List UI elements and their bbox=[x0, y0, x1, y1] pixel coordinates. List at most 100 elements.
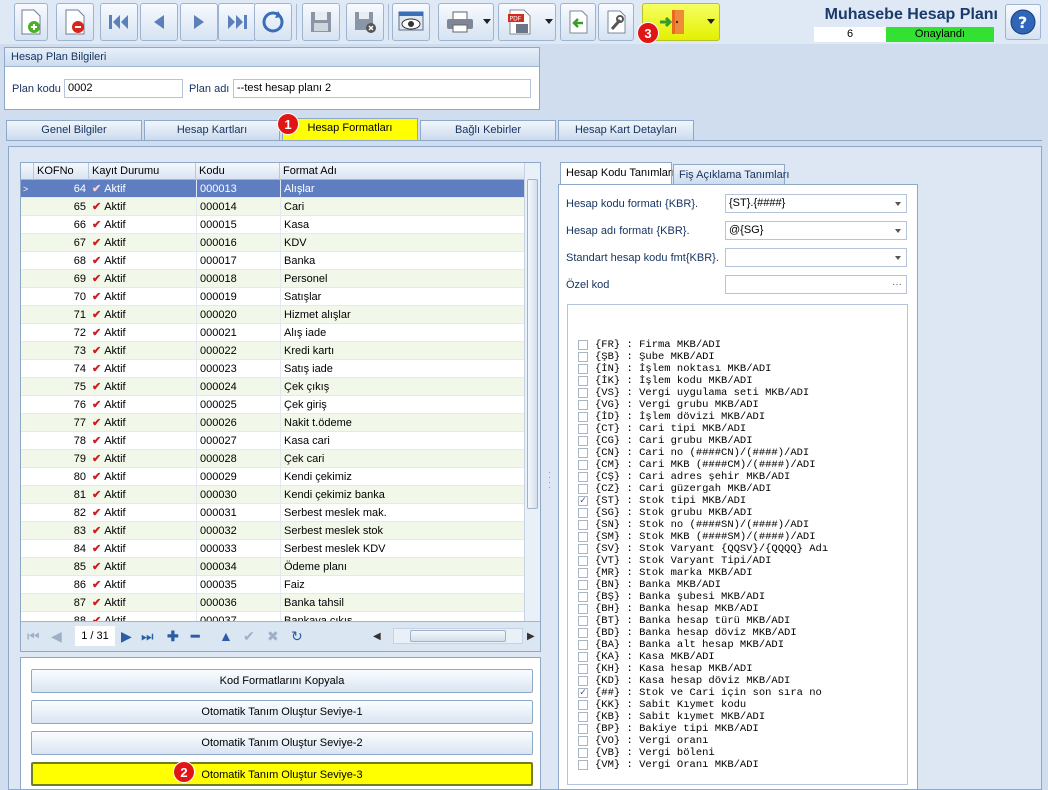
format-name-cell[interactable]: Serbest meslek mak. bbox=[280, 504, 525, 522]
checkbox[interactable] bbox=[578, 628, 588, 638]
status-cell[interactable]: ✔Aktif bbox=[89, 306, 196, 324]
table-row[interactable]: 74 ✔ Aktif 000023 Satış iade bbox=[21, 360, 525, 378]
code-option[interactable]: {FR} : Firma MKB/ADI bbox=[578, 339, 828, 351]
refresh-records-icon[interactable]: ↻ bbox=[291, 628, 303, 645]
format-name-cell[interactable]: Banka tahsil bbox=[280, 594, 525, 612]
status-cell[interactable]: ✔Aktif bbox=[89, 468, 196, 486]
kofno-cell[interactable]: 84 bbox=[34, 540, 89, 558]
last-record-icon[interactable]: ⏭ bbox=[141, 628, 154, 645]
status-cell[interactable]: ✔Aktif bbox=[89, 540, 196, 558]
help-button[interactable]: ? bbox=[1005, 4, 1041, 40]
checkbox[interactable] bbox=[578, 472, 588, 482]
table-row[interactable]: 82 ✔ Aktif 000031 Serbest meslek mak. bbox=[21, 504, 525, 522]
checkbox[interactable] bbox=[578, 460, 588, 470]
code-option[interactable]: {VM} : Vergi Oranı MKB/ADI bbox=[578, 759, 828, 771]
code-cell[interactable]: 000028 bbox=[196, 450, 280, 468]
tab-fis-aciklama-tanimlari[interactable]: Fiş Açıklama Tanımları bbox=[673, 164, 789, 184]
checkbox[interactable] bbox=[578, 364, 588, 374]
status-cell[interactable]: ✔Aktif bbox=[89, 414, 196, 432]
code-option[interactable]: {VO} : Vergi oranı bbox=[578, 735, 828, 747]
format-name-cell[interactable]: Satışlar bbox=[280, 288, 525, 306]
checkbox[interactable] bbox=[578, 352, 588, 362]
status-cell[interactable]: ✔Aktif bbox=[89, 486, 196, 504]
tab-hesap-kartlari[interactable]: Hesap Kartları bbox=[144, 120, 280, 140]
format-name-cell[interactable]: Hizmet alışlar bbox=[280, 306, 525, 324]
status-cell[interactable]: ✔Aktif bbox=[89, 378, 196, 396]
table-row[interactable]: 83 ✔ Aktif 000032 Serbest meslek stok bbox=[21, 522, 525, 540]
column-format-adi[interactable]: Format Adı bbox=[280, 163, 525, 180]
table-row[interactable]: 80 ✔ Aktif 000029 Kendi çekimiz bbox=[21, 468, 525, 486]
remove-record-icon[interactable]: ━ bbox=[191, 628, 199, 645]
scroll-left-icon[interactable]: ◀ bbox=[373, 631, 381, 642]
format-name-cell[interactable]: Serbest meslek KDV bbox=[280, 540, 525, 558]
splitter-handle[interactable]: · · · · bbox=[548, 468, 551, 492]
code-option[interactable]: {CZ} : Cari güzergah MKB/ADI bbox=[578, 483, 828, 495]
code-option[interactable]: {BT} : Banka hesap türü MKB/ADI bbox=[578, 615, 828, 627]
code-option[interactable]: {SV} : Stok Varyant {QQSV}/{QQQQ} Adı bbox=[578, 543, 828, 555]
status-cell[interactable]: ✔Aktif bbox=[89, 504, 196, 522]
code-cell[interactable]: 000021 bbox=[196, 324, 280, 342]
code-option[interactable]: {SN} : Stok no (####SN)/(####)/ADI bbox=[578, 519, 828, 531]
format-name-cell[interactable]: Alış iade bbox=[280, 324, 525, 342]
table-row[interactable]: 70 ✔ Aktif 000019 Satışlar bbox=[21, 288, 525, 306]
delete-button[interactable] bbox=[56, 3, 94, 41]
checkbox[interactable] bbox=[578, 400, 588, 410]
status-cell[interactable]: ✔Aktif bbox=[89, 216, 196, 234]
previous-record-icon[interactable]: ◀ bbox=[51, 628, 62, 645]
kofno-cell[interactable]: 73 bbox=[34, 342, 89, 360]
code-option[interactable]: {CG} : Cari grubu MKB/ADI bbox=[578, 435, 828, 447]
code-cell[interactable]: 000016 bbox=[196, 234, 280, 252]
kofno-cell[interactable]: 83 bbox=[34, 522, 89, 540]
code-option[interactable]: ✓ {##} : Stok ve Cari için son sıra no bbox=[578, 687, 828, 699]
kofno-cell[interactable]: 79 bbox=[34, 450, 89, 468]
format-name-cell[interactable]: Çek giriş bbox=[280, 396, 525, 414]
code-cell[interactable]: 000023 bbox=[196, 360, 280, 378]
checkbox[interactable] bbox=[578, 760, 588, 770]
special-code-field[interactable]: ··· bbox=[725, 275, 907, 294]
previous-button[interactable] bbox=[140, 3, 178, 41]
checkbox[interactable] bbox=[578, 436, 588, 446]
format-name-cell[interactable]: Kendi çekimiz bbox=[280, 468, 525, 486]
account-code-format-select[interactable]: {ST}.{####} bbox=[725, 194, 907, 213]
code-cell[interactable]: 000029 bbox=[196, 468, 280, 486]
tools-button[interactable] bbox=[598, 3, 634, 41]
format-name-cell[interactable]: KDV bbox=[280, 234, 525, 252]
checkbox[interactable] bbox=[578, 580, 588, 590]
code-option[interactable]: {SM} : Stok MKB (####SM)/(####)/ADI bbox=[578, 531, 828, 543]
format-name-cell[interactable]: Nakit t.ödeme bbox=[280, 414, 525, 432]
column-kodu[interactable]: Kodu bbox=[196, 163, 280, 180]
code-option[interactable]: {BP} : Bakiye tipi MKB/ADI bbox=[578, 723, 828, 735]
pdf-button[interactable]: PDF bbox=[498, 3, 556, 41]
code-option[interactable]: {BH} : Banka hesap MKB/ADI bbox=[578, 603, 828, 615]
checkbox[interactable] bbox=[578, 508, 588, 518]
checkbox[interactable] bbox=[578, 616, 588, 626]
status-cell[interactable]: ✔Aktif bbox=[89, 450, 196, 468]
checkbox[interactable] bbox=[578, 532, 588, 542]
code-option[interactable]: {MR} : Stok marka MKB/ADI bbox=[578, 567, 828, 579]
code-cell[interactable]: 000020 bbox=[196, 306, 280, 324]
checkbox[interactable] bbox=[578, 376, 588, 386]
code-cell[interactable]: 000030 bbox=[196, 486, 280, 504]
code-cell[interactable]: 000026 bbox=[196, 414, 280, 432]
print-button[interactable] bbox=[438, 3, 494, 41]
code-cell[interactable]: 000019 bbox=[196, 288, 280, 306]
code-cell[interactable]: 000032 bbox=[196, 522, 280, 540]
code-option[interactable]: {İD} : İşlem dövizi MKB/ADI bbox=[578, 411, 828, 423]
table-row[interactable]: 65 ✔ Aktif 000014 Cari bbox=[21, 198, 525, 216]
code-option[interactable]: {VS} : Vergi uygulama seti MKB/ADI bbox=[578, 387, 828, 399]
code-option[interactable]: {VT} : Stok Varyant Tipi/ADI bbox=[578, 555, 828, 567]
kofno-cell[interactable]: 87 bbox=[34, 594, 89, 612]
checkbox[interactable]: ✓ bbox=[578, 496, 588, 506]
column-kayit-durumu[interactable]: Kayıt Durumu bbox=[89, 163, 196, 180]
edit-record-icon[interactable]: ▲ bbox=[219, 628, 233, 644]
code-option[interactable]: {CM} : Cari MKB (####CM)/(####)/ADI bbox=[578, 459, 828, 471]
code-cell[interactable]: 000035 bbox=[196, 576, 280, 594]
table-row[interactable]: 75 ✔ Aktif 000024 Çek çıkış bbox=[21, 378, 525, 396]
kofno-cell[interactable]: 75 bbox=[34, 378, 89, 396]
kofno-cell[interactable]: 85 bbox=[34, 558, 89, 576]
table-row[interactable]: 76 ✔ Aktif 000025 Çek giriş bbox=[21, 396, 525, 414]
code-option[interactable]: {CN} : Cari no (####CN)/(####)/ADI bbox=[578, 447, 828, 459]
kofno-cell[interactable]: 67 bbox=[34, 234, 89, 252]
checkbox[interactable] bbox=[578, 604, 588, 614]
format-name-cell[interactable]: Personel bbox=[280, 270, 525, 288]
